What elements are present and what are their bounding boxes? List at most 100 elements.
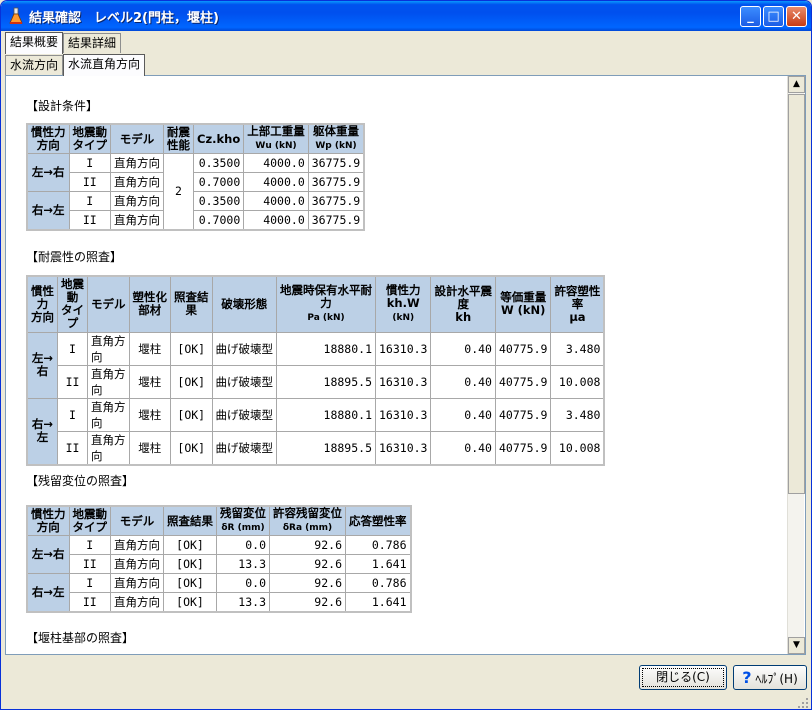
cell-type: I	[68, 191, 111, 211]
row-header-left-to-right: 左→右	[26, 331, 58, 399]
table-row: II 直角方向 堰柱 [OK] 曲げ破壊型 18895.5 16310.3 0.…	[27, 364, 605, 399]
table-row: 左→右 I 直角方向 2 0.3500 4000.0 36775.9	[26, 153, 365, 230]
col-header-allowable-residual-disp: 許容残留変位 δRa (mm)	[269, 505, 346, 536]
cell-model: 直角方向	[110, 153, 164, 173]
cell-mode: 曲げ破壊型	[211, 397, 277, 432]
help-button-label: ﾍﾙﾌﾟ(H)	[755, 672, 798, 686]
cell-mu: 1.641	[345, 554, 411, 574]
title-bar[interactable]: 結果確認 レベル2(門柱，堰柱) _ □ ✕	[1, 1, 811, 31]
dra-unit: δRa (mm)	[282, 523, 333, 533]
content-panel: 【設計条件】 慣性力 方向 地震動 タイプ モデル 耐震 性能 Cz.kho 上部工重…	[5, 75, 806, 655]
cell-wp: 36775.9	[307, 210, 365, 230]
col-header-seismic-type: 地震動タイプ	[57, 275, 88, 333]
col-header-performance: 耐震 性能	[163, 123, 194, 154]
main-tab-strip: 結果概要 結果詳細	[5, 32, 122, 54]
cell-wu: 4000.0	[243, 210, 309, 230]
seismic-check-table: 慣性力方向 地震動タイプ モデル 塑性化 部材 照査結果 破壊形態 地震時保有水平…	[26, 275, 606, 466]
col-header-direction: 慣性力方向	[26, 123, 70, 154]
cell-mode: 曲げ破壊型	[211, 364, 277, 399]
cell-type: II	[57, 430, 88, 465]
row-header-left-to-right: 左→右	[26, 535, 70, 574]
tab-flow-direction[interactable]: 水流方向	[5, 55, 64, 75]
section-pier-base-check: 【堰柱基部の照査】	[26, 631, 135, 645]
table-row: II 直角方向 堰柱 [OK] 曲げ破壊型 18895.5 16310.3 0.…	[27, 430, 605, 465]
cell-result: [OK]	[163, 573, 217, 593]
cell-mu: 3.480	[550, 397, 605, 432]
cell-w: 40775.9	[494, 364, 552, 399]
cell-mode: 曲げ破壊型	[211, 430, 277, 465]
cell-cz: 0.3500	[192, 191, 245, 211]
cell-member: 堰柱	[128, 331, 171, 366]
cell-result: [OK]	[163, 554, 217, 574]
kh-label: 慣性力 kh.W	[385, 282, 421, 310]
cell-type: II	[68, 592, 111, 612]
minimize-button[interactable]: _	[740, 6, 761, 27]
scroll-down-arrow-icon[interactable]: ▼	[788, 637, 805, 654]
cell-result: [OK]	[170, 430, 213, 465]
cell-dra: 92.6	[269, 592, 346, 612]
cell-mu: 10.008	[550, 430, 605, 465]
cell-dr: 0.0	[216, 535, 270, 555]
cell-mu: 0.786	[345, 573, 411, 593]
cell-dr: 13.3	[216, 554, 270, 574]
col-header-cz-kho: Cz.kho	[192, 123, 245, 154]
tab-detail[interactable]: 結果詳細	[63, 33, 122, 53]
cell-pa: 18880.1	[276, 331, 376, 366]
dr-unit: δR (mm)	[221, 523, 265, 533]
cell-wp: 36775.9	[307, 153, 365, 173]
cell-pa: 18895.5	[276, 364, 376, 399]
upper-weight-label: 上部工重量	[247, 124, 305, 138]
cell-result: [OK]	[170, 364, 213, 399]
table-row: 右→左 I 直角方向 0.3500 4000.0 36775.9	[26, 191, 365, 230]
dr-label: 残留変位	[220, 506, 266, 520]
result-window: 結果確認 レベル2(門柱，堰柱) _ □ ✕ 結果概要 結果詳細 水流方向 水流…	[0, 0, 812, 710]
cell-result: [OK]	[170, 397, 213, 432]
dra-label: 許容残留変位	[273, 506, 342, 520]
table-row: II 直角方向 [OK] 13.3 92.6 1.641	[27, 554, 411, 574]
cell-mode: 曲げ破壊型	[211, 331, 277, 366]
cell-model: 直角方向	[87, 430, 130, 465]
table-row: 左→右 I 直角方向 [OK] 0.0 92.6 0.786	[26, 535, 411, 574]
cell-type: I	[57, 331, 88, 366]
tab-perpendicular-direction[interactable]: 水流直角方向	[63, 54, 146, 76]
cell-type: I	[68, 153, 111, 173]
vertical-scrollbar[interactable]: ▲ ▼	[787, 76, 805, 654]
cell-kh: 16310.3	[374, 364, 432, 399]
col-header-inertia-force: 慣性力 kh.W (kN)	[374, 275, 432, 333]
cell-model: 直角方向	[110, 191, 164, 211]
table-header-row: 慣性力 方向 地震動 タイプ モデル 照査結果 残留変位 δR (mm) 許容残留変位…	[26, 505, 411, 536]
resize-grip-icon[interactable]	[797, 697, 809, 709]
col-header-check-result: 照査結果	[170, 275, 213, 333]
close-button[interactable]: 閉じる(C)	[639, 665, 727, 690]
cell-wp: 36775.9	[307, 172, 365, 192]
table-header-row: 慣性力 方向 地震動 タイプ モデル 耐震 性能 Cz.kho 上部工重量 Wu (kN…	[26, 123, 365, 154]
cell-kh: 16310.3	[374, 430, 432, 465]
cell-cz: 0.7000	[192, 172, 245, 192]
table-header-row: 慣性力方向 地震動タイプ モデル 塑性化 部材 照査結果 破壊形態 地震時保有水平…	[26, 275, 605, 333]
col-header-direction: 慣性力方向	[26, 505, 70, 536]
help-button[interactable]: ? ﾍﾙﾌﾟ(H)	[733, 665, 807, 690]
cell-model: 直角方向	[110, 535, 164, 555]
cell-type: II	[68, 172, 111, 192]
table-row: 右→ 左 I 直角方向 堰柱 [OK] 曲げ破壊型 18880.1 16310.3…	[26, 397, 605, 465]
tab-summary[interactable]: 結果概要	[5, 32, 64, 54]
cell-cz: 0.7000	[192, 210, 245, 230]
scroll-up-arrow-icon[interactable]: ▲	[788, 76, 805, 93]
app-flask-icon	[9, 7, 23, 24]
close-window-button[interactable]: ✕	[786, 6, 807, 27]
col-header-model: モデル	[87, 275, 130, 333]
section-residual-displacement: 【残留変位の照査】	[26, 474, 135, 488]
col-header-model: モデル	[110, 123, 164, 154]
cell-w: 40775.9	[494, 430, 552, 465]
cell-type: II	[57, 364, 88, 399]
table-row: II 直角方向 0.7000 4000.0 36775.9	[27, 172, 365, 192]
col-header-design-seismic-coef: 設計水平震度 kh	[430, 275, 496, 333]
cell-model: 直角方向	[87, 364, 130, 399]
scroll-thumb[interactable]	[788, 94, 805, 494]
col-header-residual-disp: 残留変位 δR (mm)	[216, 505, 270, 536]
cell-wu: 4000.0	[243, 191, 309, 211]
cell-w: 40775.9	[494, 331, 552, 366]
col-header-plastic-member: 塑性化 部材	[128, 275, 171, 333]
cell-model: 直角方向	[110, 592, 164, 612]
maximize-button[interactable]: □	[763, 6, 784, 27]
